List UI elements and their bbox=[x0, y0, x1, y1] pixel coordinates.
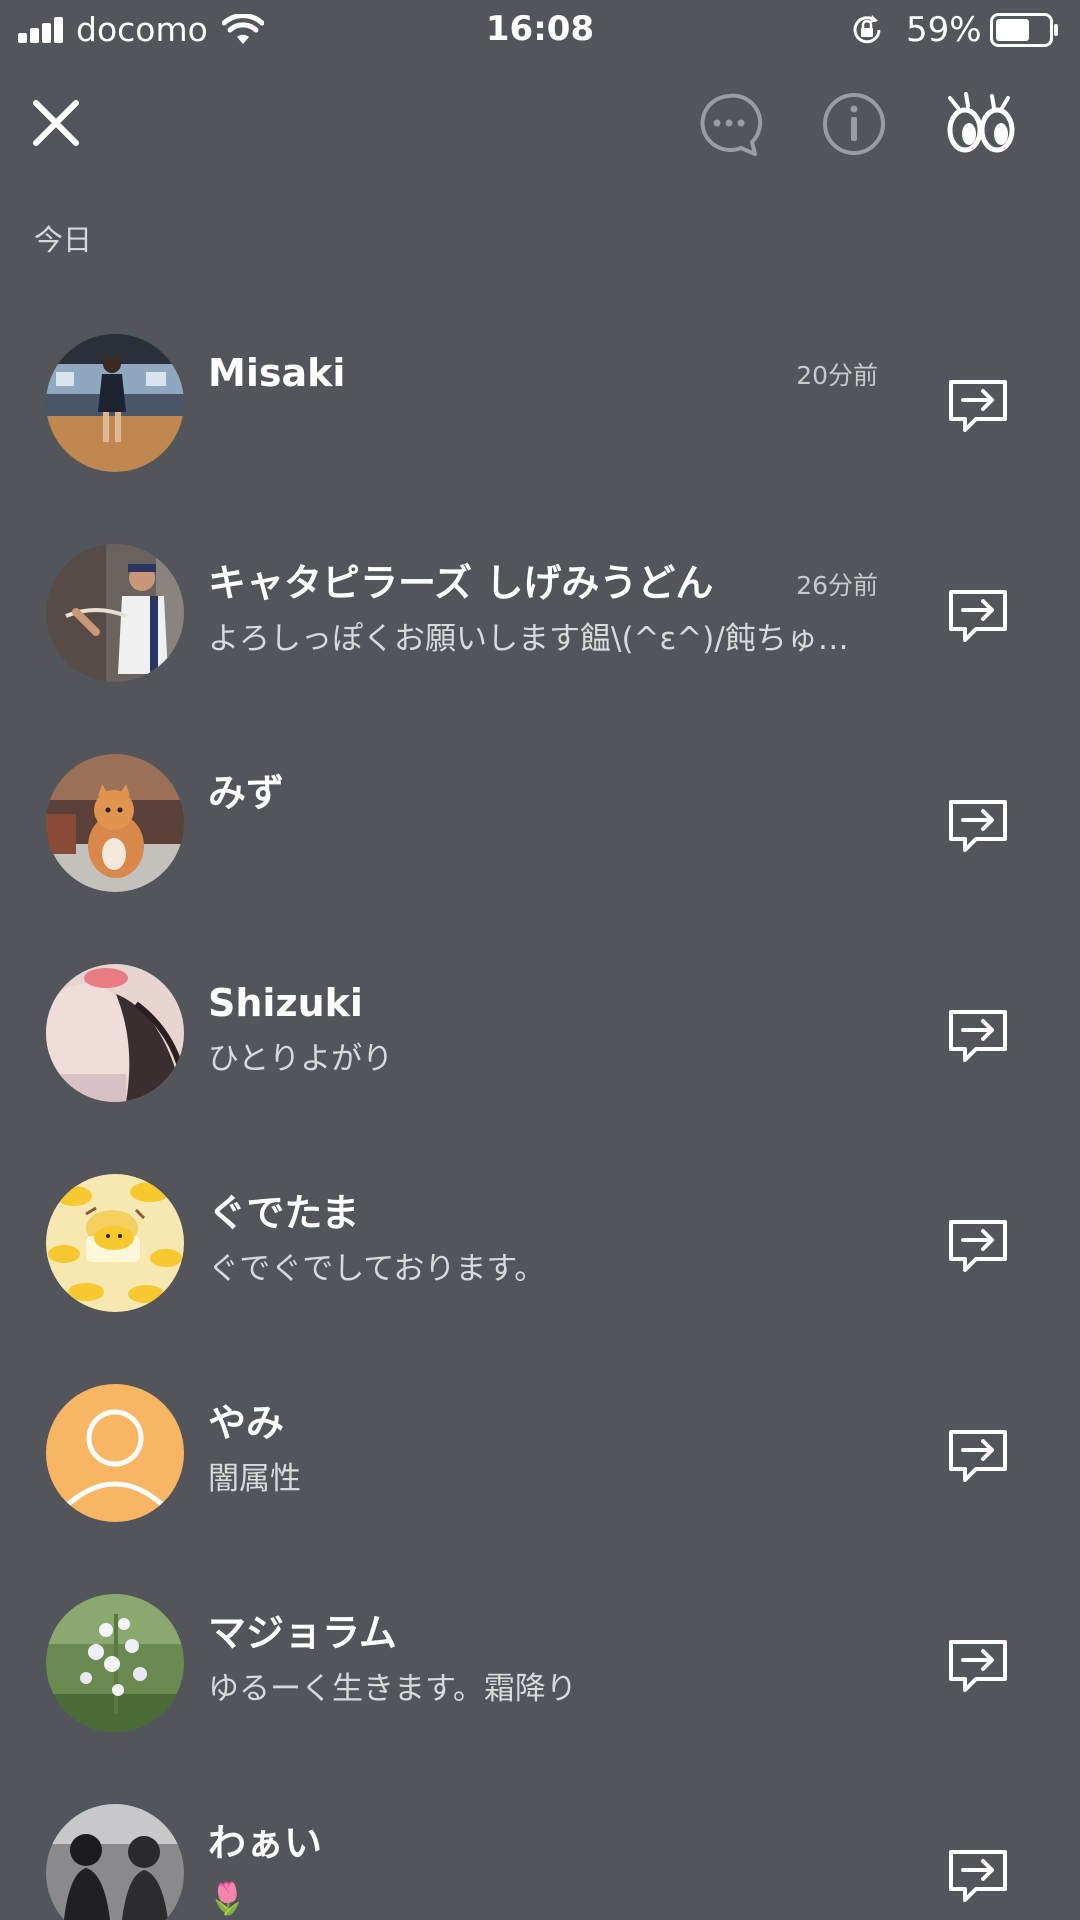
avatar[interactable] bbox=[46, 754, 184, 892]
chat-options-icon[interactable] bbox=[695, 90, 763, 158]
share-icon[interactable] bbox=[946, 1422, 1010, 1486]
list-item[interactable]: Shizuki ひとりよがり bbox=[0, 950, 1080, 1160]
status-message: よろしっぽくお願いします饂\(^ε^)/飩ちゅ… bbox=[208, 621, 849, 657]
list-item[interactable]: キャタピラーズ しげみうどん 26分前 よろしっぽくお願いします饂\(^ε^)/… bbox=[0, 530, 1080, 740]
avatar[interactable] bbox=[46, 1174, 184, 1312]
avatar[interactable] bbox=[46, 1804, 184, 1920]
avatar[interactable] bbox=[46, 334, 184, 472]
list-item[interactable]: マジョラム ゆるーく生きます。霜降り bbox=[0, 1580, 1080, 1790]
section-label-today: 今日 bbox=[34, 223, 93, 257]
friend-name: わぁい bbox=[208, 1821, 323, 1865]
status-message: ひとりよがり bbox=[208, 1041, 394, 1077]
default-avatar-icon[interactable] bbox=[46, 1384, 184, 1522]
share-icon[interactable] bbox=[946, 1002, 1010, 1066]
battery-percentage: 59% bbox=[906, 10, 982, 50]
friend-name: マジョラム bbox=[208, 1611, 397, 1655]
share-icon[interactable] bbox=[946, 582, 1010, 646]
friend-list: Misaki 20分前 キャタピラーズ しげみうどん 26分前 よろしっぽくお願… bbox=[0, 320, 1080, 1920]
share-icon[interactable] bbox=[946, 1212, 1010, 1276]
status-message: 闇属性 bbox=[208, 1461, 301, 1497]
friend-name: みず bbox=[208, 771, 285, 815]
rotation-lock-icon bbox=[853, 15, 881, 44]
status-message: 🌷 bbox=[208, 1881, 247, 1917]
avatar[interactable] bbox=[46, 964, 184, 1102]
status-message: ぐでぐでしております。 bbox=[208, 1251, 546, 1287]
status-message: ゆるーく生きます。霜降り bbox=[208, 1671, 577, 1707]
friend-name: やみ bbox=[208, 1401, 285, 1445]
list-item[interactable]: ぐでたま ぐでぐでしております。 bbox=[0, 1160, 1080, 1370]
info-icon[interactable] bbox=[820, 90, 888, 158]
close-icon[interactable] bbox=[30, 97, 82, 149]
list-item[interactable]: みず bbox=[0, 740, 1080, 950]
list-item[interactable]: やみ 闇属性 bbox=[0, 1370, 1080, 1580]
friend-name: ぐでたま bbox=[208, 1191, 360, 1235]
share-icon[interactable] bbox=[946, 792, 1010, 856]
status-bar: docomo 16:08 59% bbox=[0, 0, 1080, 60]
friend-name: キャタピラーズ しげみうどん bbox=[208, 561, 714, 605]
share-icon[interactable] bbox=[946, 1632, 1010, 1696]
list-item[interactable]: わぁい 🌷 bbox=[0, 1790, 1080, 1920]
friend-name: Misaki bbox=[208, 351, 346, 395]
update-time: 20分前 bbox=[796, 361, 878, 390]
eyes-icon[interactable] bbox=[944, 86, 1018, 160]
battery-icon bbox=[990, 13, 1058, 47]
friend-name: Shizuki bbox=[208, 981, 363, 1025]
avatar[interactable] bbox=[46, 544, 184, 682]
share-icon[interactable] bbox=[946, 372, 1010, 436]
avatar[interactable] bbox=[46, 1594, 184, 1732]
list-item[interactable]: Misaki 20分前 bbox=[0, 320, 1080, 530]
screen: docomo 16:08 59% 今日 Misaki 20分前 キャタピラーズ … bbox=[0, 0, 1080, 1920]
header bbox=[0, 60, 1080, 180]
update-time: 26分前 bbox=[796, 571, 878, 600]
share-icon[interactable] bbox=[946, 1842, 1010, 1906]
